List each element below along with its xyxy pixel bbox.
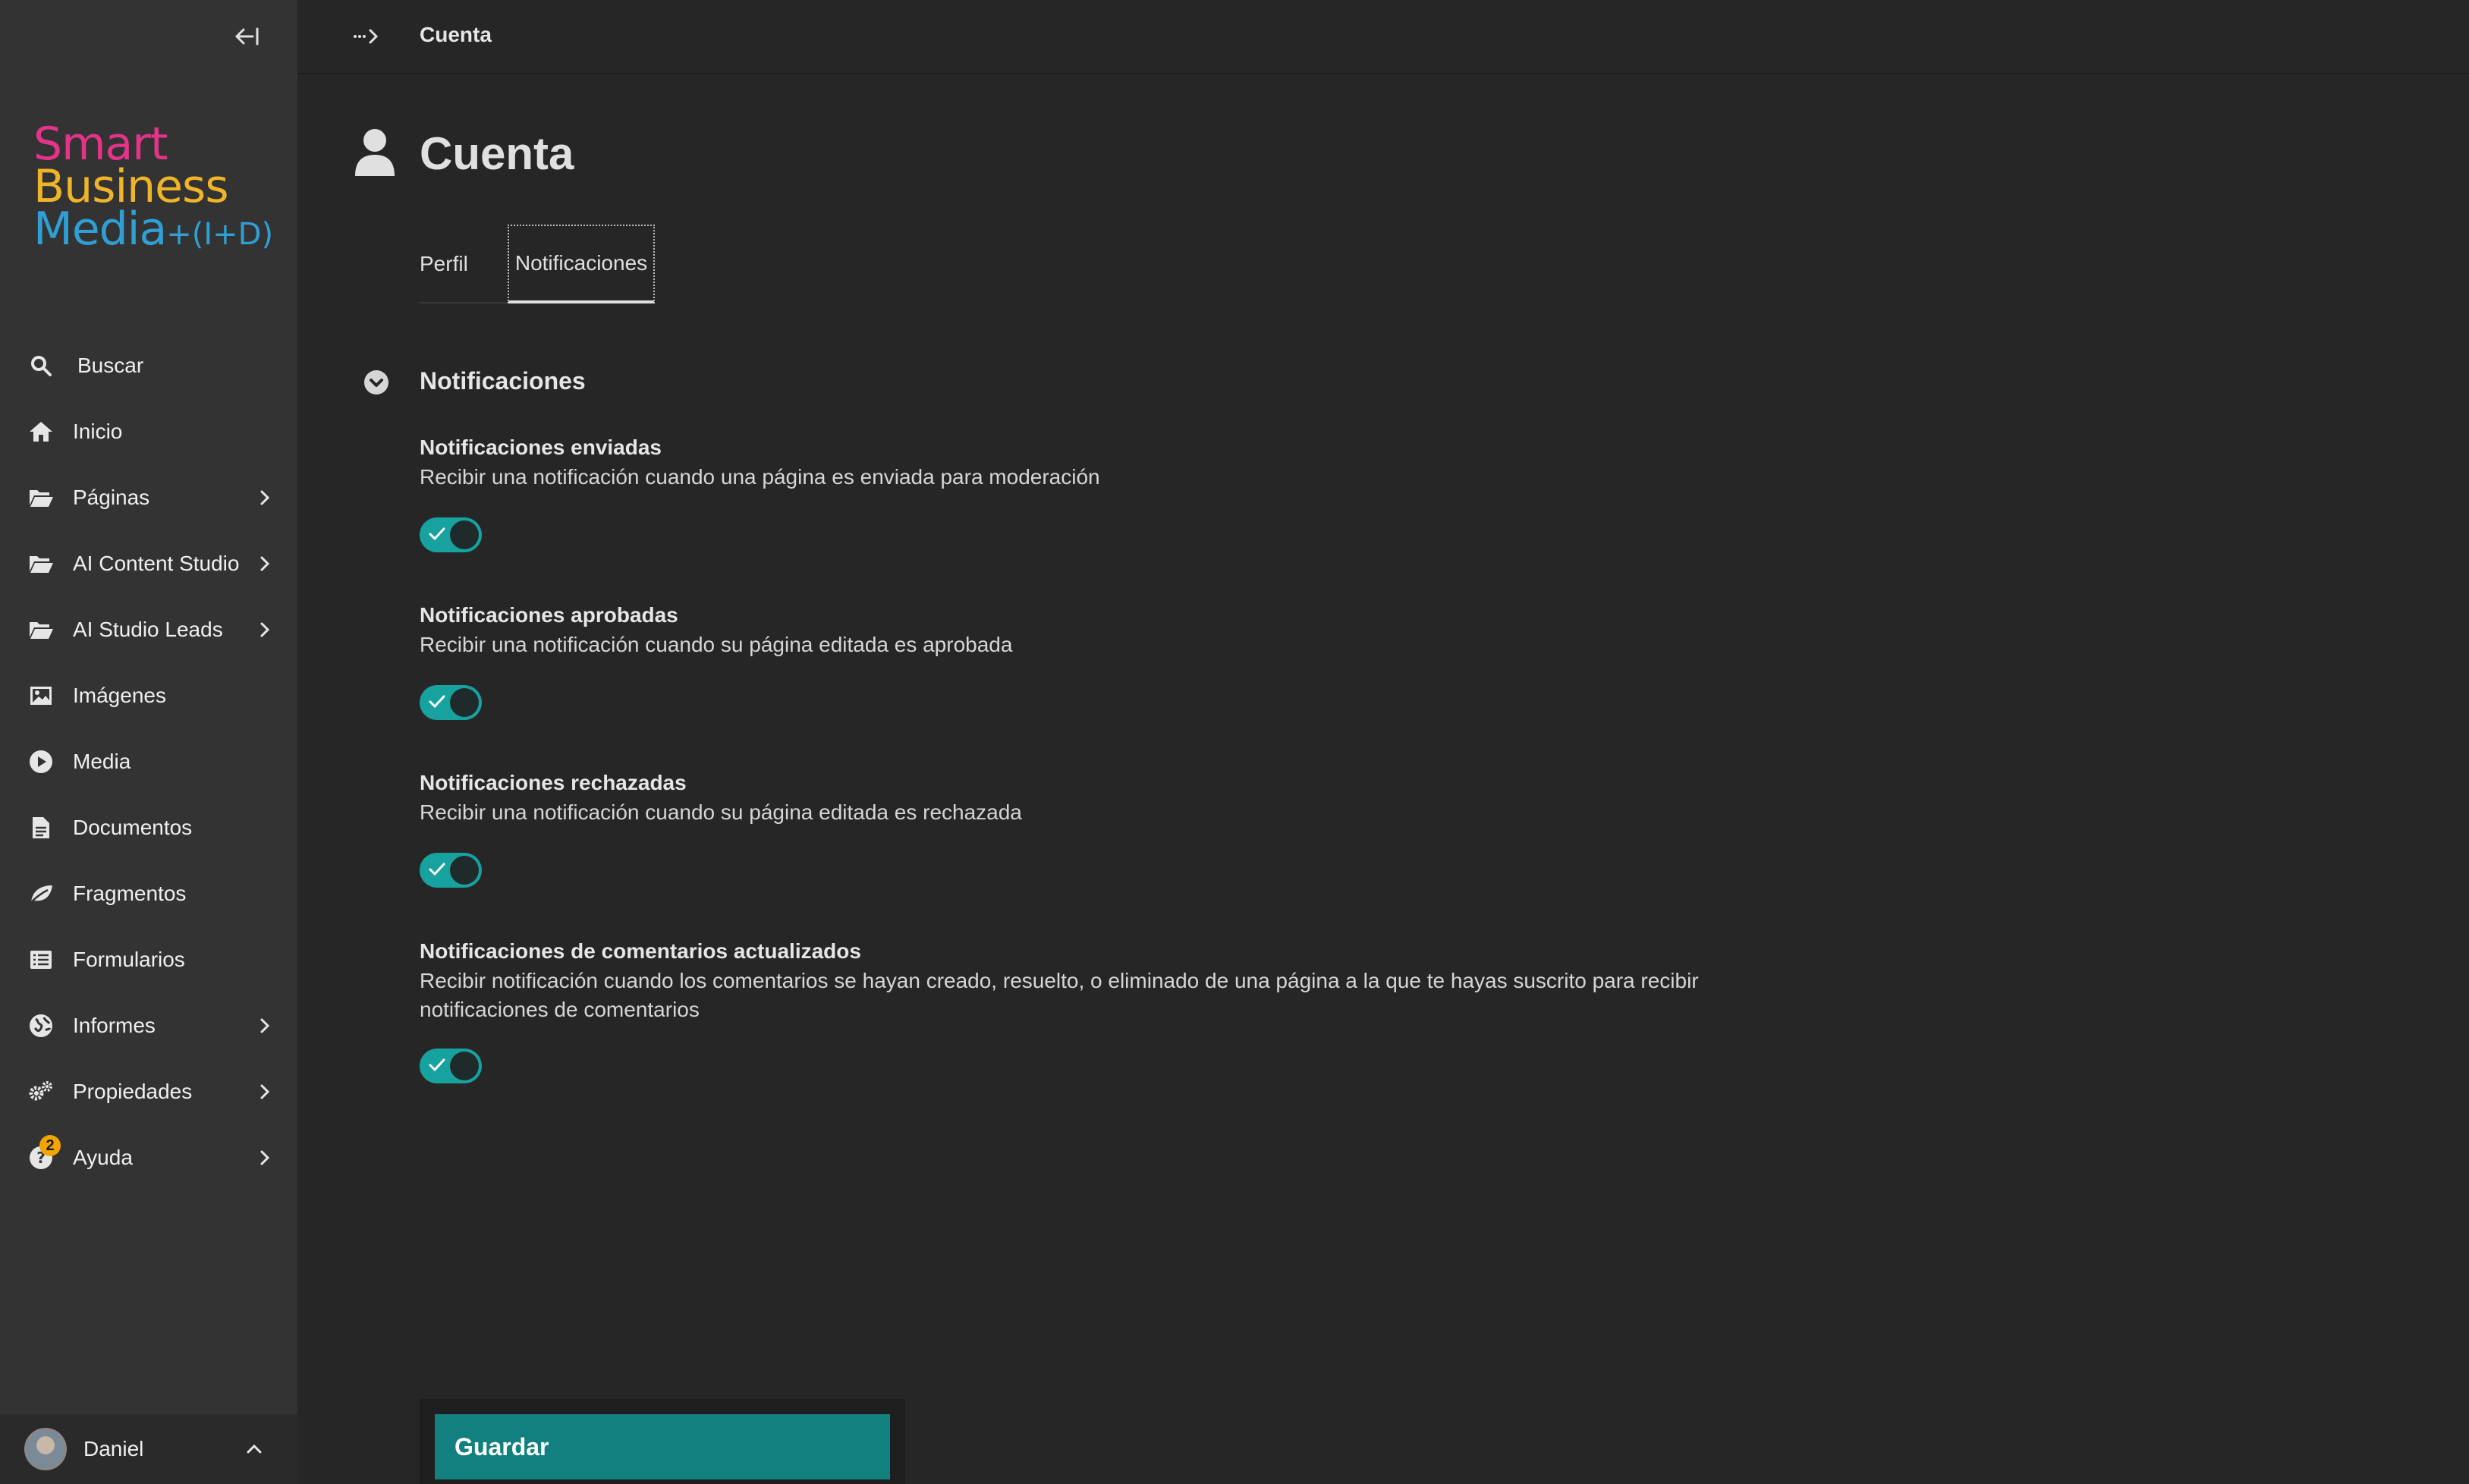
breadcrumb-arrow-icon bbox=[354, 29, 379, 44]
chevron-up-icon bbox=[247, 1444, 262, 1454]
setting-description: Recibir una notificación cuando su págin… bbox=[420, 800, 1022, 824]
sidebar-item-label: Buscar bbox=[77, 353, 144, 377]
globe-icon bbox=[27, 1012, 55, 1039]
tab-notificaciones[interactable]: Notificaciones bbox=[508, 225, 655, 303]
sidebar-item-label: Informes bbox=[73, 1013, 156, 1037]
setting-notificaciones-rechazadas: Notificaciones rechazadas Recibir una no… bbox=[420, 768, 1709, 888]
leaf-icon bbox=[27, 880, 55, 907]
folder-open-icon bbox=[27, 484, 55, 511]
sidebar-item-paginas[interactable]: Páginas bbox=[0, 464, 297, 530]
sidebar-item-media[interactable]: Media bbox=[0, 728, 297, 794]
user-menu[interactable]: Daniel bbox=[0, 1414, 297, 1484]
chevron-right-icon bbox=[260, 622, 270, 637]
save-button[interactable]: Guardar bbox=[435, 1414, 890, 1479]
setting-notificaciones-enviadas: Notificaciones enviadas Recibir una noti… bbox=[420, 432, 1709, 552]
sidebar-item-label: Media bbox=[73, 749, 131, 773]
chevron-right-icon bbox=[260, 556, 270, 571]
chevron-right-icon bbox=[260, 490, 270, 505]
sidebar-item-label: Propiedades bbox=[73, 1079, 193, 1103]
sidebar-item-search[interactable]: Buscar bbox=[0, 332, 297, 398]
collapse-sidebar-button[interactable] bbox=[232, 21, 263, 52]
page-title: Cuenta bbox=[420, 128, 574, 179]
check-icon bbox=[429, 527, 445, 541]
logo-line-3-text: Media bbox=[33, 203, 167, 256]
top-bar: Cuenta bbox=[297, 0, 2469, 74]
breadcrumb-current: Cuenta bbox=[420, 23, 492, 46]
logo-line-1: Smart bbox=[33, 118, 168, 171]
chevron-right-icon bbox=[260, 1018, 270, 1033]
collapse-left-icon bbox=[235, 27, 259, 46]
sidebar-item-label: Imágenes bbox=[73, 683, 166, 707]
sidebar-item-inicio[interactable]: Inicio bbox=[0, 398, 297, 464]
toggle-notificaciones-rechazadas[interactable] bbox=[420, 853, 482, 888]
sidebar-item-label: Formularios bbox=[73, 947, 185, 971]
sidebar-item-label: Documentos bbox=[73, 815, 193, 839]
sidebar-item-label: Inicio bbox=[73, 419, 123, 443]
toggle-notificaciones-enviadas[interactable] bbox=[420, 517, 482, 552]
search-icon bbox=[27, 352, 55, 379]
user-name: Daniel bbox=[83, 1437, 144, 1460]
logo[interactable]: Smart Business Media+(I+D) bbox=[33, 118, 274, 256]
check-icon bbox=[429, 1058, 445, 1072]
image-icon bbox=[27, 682, 55, 709]
logo-line-3: Media+(I+D) bbox=[33, 206, 274, 256]
sidebar: Smart Business Media+(I+D) Buscar Inicio… bbox=[0, 0, 297, 1484]
check-icon bbox=[429, 695, 445, 709]
sidebar-item-ayuda[interactable]: ? 2 Ayuda bbox=[0, 1124, 297, 1190]
setting-notificaciones-aprobadas: Notificaciones aprobadas Recibir una not… bbox=[420, 600, 1709, 720]
setting-title: Notificaciones rechazadas bbox=[420, 771, 687, 794]
sidebar-item-documentos[interactable]: Documentos bbox=[0, 794, 297, 860]
logo-suffix: +(I+D) bbox=[166, 217, 274, 252]
sidebar-item-label: Ayuda bbox=[73, 1145, 133, 1169]
notification-badge: 2 bbox=[39, 1135, 61, 1156]
section-title: Notificaciones bbox=[420, 367, 586, 395]
toggle-knob bbox=[450, 688, 479, 717]
tab-bar: Perfil Notificaciones bbox=[420, 225, 655, 303]
sidebar-item-imagenes[interactable]: Imágenes bbox=[0, 662, 297, 728]
sidebar-item-label: Fragmentos bbox=[73, 881, 187, 905]
tab-perfil[interactable]: Perfil bbox=[420, 225, 482, 303]
logo-line-2: Business bbox=[33, 160, 229, 213]
sidebar-item-ai-content-studio[interactable]: AI Content Studio bbox=[0, 530, 297, 596]
cogs-icon bbox=[27, 1078, 55, 1105]
sidebar-item-propiedades[interactable]: Propiedades bbox=[0, 1058, 297, 1124]
sidebar-item-formularios[interactable]: Formularios bbox=[0, 926, 297, 992]
sidebar-item-label: AI Content Studio bbox=[73, 551, 240, 575]
sidebar-nav: Buscar Inicio Páginas AI Content Studio bbox=[0, 332, 297, 1190]
toggle-knob bbox=[450, 1052, 479, 1080]
folder-open-icon bbox=[27, 616, 55, 643]
setting-description: Recibir notificación cuando los comentar… bbox=[420, 969, 1699, 1021]
play-circle-icon bbox=[27, 748, 55, 775]
setting-description: Recibir una notificación cuando su págin… bbox=[420, 633, 1013, 656]
setting-notificaciones-comentarios: Notificaciones de comentarios actualizad… bbox=[420, 936, 1709, 1083]
sidebar-item-fragmentos[interactable]: Fragmentos bbox=[0, 860, 297, 926]
toggle-notificaciones-comentarios[interactable] bbox=[420, 1049, 482, 1083]
sidebar-item-ai-studio-leads[interactable]: AI Studio Leads bbox=[0, 596, 297, 662]
folder-open-icon bbox=[27, 550, 55, 577]
chevron-right-icon bbox=[260, 1150, 270, 1165]
list-icon bbox=[27, 946, 55, 973]
sidebar-item-label: AI Studio Leads bbox=[73, 617, 223, 641]
document-icon bbox=[27, 814, 55, 841]
check-icon bbox=[429, 863, 445, 876]
sidebar-item-informes[interactable]: Informes bbox=[0, 992, 297, 1058]
chevron-right-icon bbox=[260, 1084, 270, 1099]
toggle-knob bbox=[450, 520, 479, 549]
toggle-notificaciones-aprobadas[interactable] bbox=[420, 685, 482, 720]
setting-title: Notificaciones enviadas bbox=[420, 435, 662, 459]
home-icon bbox=[27, 418, 55, 445]
breadcrumb-toggle[interactable] bbox=[352, 23, 381, 54]
collapse-section-toggle[interactable] bbox=[363, 369, 390, 396]
user-icon bbox=[355, 129, 395, 176]
setting-description: Recibir una notificación cuando una pági… bbox=[420, 465, 1100, 489]
sidebar-item-label: Páginas bbox=[73, 485, 150, 509]
setting-title: Notificaciones aprobadas bbox=[420, 603, 678, 627]
setting-title: Notificaciones de comentarios actualizad… bbox=[420, 939, 861, 963]
toggle-knob bbox=[450, 856, 479, 885]
avatar bbox=[24, 1428, 67, 1470]
save-footer: Guardar bbox=[420, 1399, 905, 1484]
